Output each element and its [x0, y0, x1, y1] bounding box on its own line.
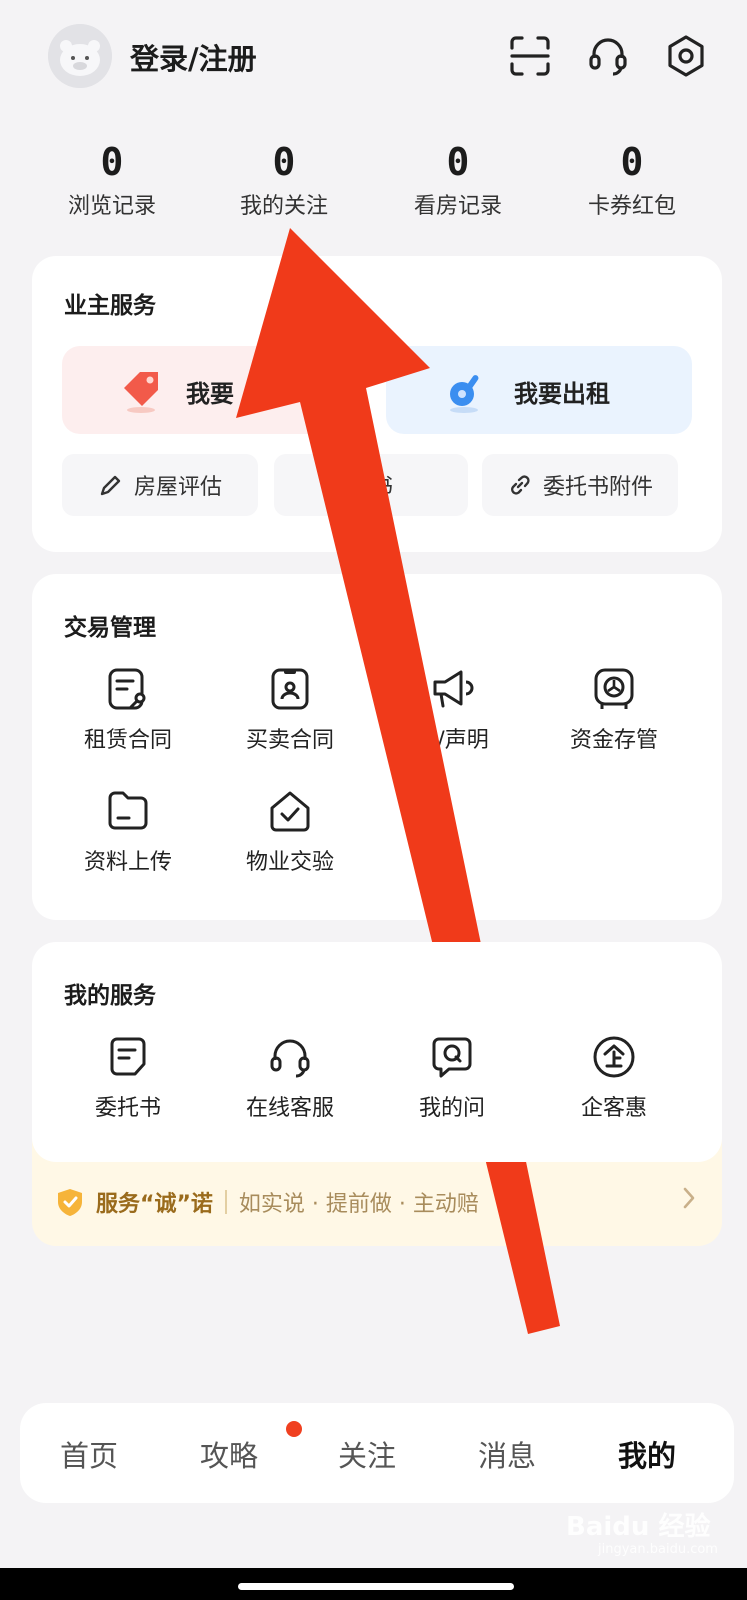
- rent-button[interactable]: 我要出租: [386, 346, 692, 434]
- owner-services-card: 业主服务 我要 我要出租 房屋评估 托书 委托书附件: [32, 256, 722, 552]
- stat-viewing-history[interactable]: 0 看房记录: [370, 140, 546, 220]
- stats-row: 0 浏览记录 0 我的关注 0 看房记录 0 卡券红包: [0, 140, 747, 230]
- lease-contract-icon: [108, 668, 146, 710]
- shield-icon: [58, 1189, 82, 1216]
- stat-label: 我的关注: [239, 194, 328, 219]
- section-title: 交易管理: [64, 615, 156, 641]
- stat-browse-history[interactable]: 0 浏览记录: [24, 140, 200, 220]
- item-label: 企客惠: [580, 1096, 647, 1121]
- stat-value: 0: [446, 140, 470, 184]
- safe-icon: [594, 668, 634, 709]
- tag-icon: [124, 372, 158, 413]
- folder-icon: [108, 791, 148, 830]
- house-valuation-button[interactable]: 房屋评估: [62, 454, 258, 516]
- my-questions-item[interactable]: 我的问: [370, 1034, 534, 1122]
- sale-contract-icon: [271, 668, 309, 710]
- baidu-watermark: Baidu 经验: [566, 1512, 711, 1542]
- notification-dot: [286, 1421, 302, 1437]
- lease-contract-item[interactable]: 租赁合同: [46, 666, 210, 754]
- stat-value: 0: [272, 140, 296, 184]
- item-label: 资金存管: [569, 728, 658, 753]
- item-label: 资料上传: [83, 850, 172, 875]
- house-check-icon: [270, 791, 310, 832]
- sale-contract-item[interactable]: 买卖合同: [208, 666, 372, 754]
- rent-label: 我要出租: [514, 380, 610, 408]
- megaphone-icon: [433, 670, 474, 708]
- link-icon: [511, 475, 530, 495]
- tab-follows[interactable]: 关注: [338, 1433, 396, 1475]
- stat-my-follows[interactable]: 0 我的关注: [196, 140, 372, 220]
- stat-label: 看房记录: [413, 194, 502, 219]
- property-inspection-item[interactable]: 物业交验: [208, 788, 372, 876]
- tab-guides[interactable]: 攻略: [200, 1433, 258, 1475]
- online-support-item[interactable]: 在线客服: [208, 1034, 372, 1122]
- sell-label: 我要: [186, 380, 234, 408]
- tab-messages[interactable]: 消息: [478, 1433, 536, 1475]
- chevron-right-icon: [683, 1187, 695, 1209]
- stat-value: 0: [100, 140, 124, 184]
- key-icon: [450, 375, 479, 413]
- enterprise-benefit-item[interactable]: 企客惠: [532, 1034, 696, 1122]
- baidu-watermark-url: jingyan.baidu.com: [598, 1542, 718, 1557]
- login-register-link[interactable]: 登录/注册: [130, 36, 257, 78]
- declaration-item[interactable]: 议/声明: [370, 666, 534, 754]
- settings-icon[interactable]: [664, 34, 708, 78]
- entrust-letter-button[interactable]: 托书: [274, 454, 468, 516]
- entrust-attachment-button[interactable]: 委托书附件: [482, 454, 678, 516]
- small-button-label: 房屋评估: [133, 475, 222, 500]
- pen-icon: [100, 475, 121, 496]
- section-title: 我的服务: [64, 983, 156, 1009]
- small-button-label: 委托书附件: [542, 475, 653, 500]
- item-label: 在线客服: [245, 1096, 334, 1121]
- stat-label: 浏览记录: [67, 194, 156, 219]
- promise-content: 服务“诚”诺 如实说 · 提前做 · 主动赔: [56, 1184, 479, 1220]
- item-label: 我的问: [418, 1096, 485, 1121]
- transaction-management-card: 交易管理 租赁合同 买卖合同 议/声明 资金存管 资料上传 物业交验: [32, 574, 722, 920]
- stat-label: 卡券红包: [587, 194, 676, 219]
- enterprise-icon: [593, 1036, 635, 1078]
- item-label: 租赁合同: [83, 728, 172, 753]
- stat-value: 0: [620, 140, 644, 184]
- profile-header: 登录/注册: [0, 0, 747, 120]
- tab-home[interactable]: 首页: [60, 1433, 118, 1475]
- document-upload-item[interactable]: 资料上传: [46, 788, 210, 876]
- stat-coupons[interactable]: 0 卡券红包: [544, 140, 720, 220]
- item-label: 议/声明: [415, 728, 489, 753]
- promise-description: 如实说 · 提前做 · 主动赔: [238, 1192, 479, 1217]
- document-icon: [110, 1037, 146, 1076]
- item-label: 买卖合同: [245, 728, 334, 753]
- item-label: 物业交验: [245, 850, 334, 875]
- item-label: 委托书: [94, 1096, 161, 1121]
- entrust-letter-item[interactable]: 委托书: [46, 1034, 210, 1122]
- scan-icon[interactable]: [508, 34, 552, 78]
- sell-button[interactable]: 我要: [62, 346, 366, 434]
- headset-icon[interactable]: [586, 34, 630, 78]
- divider: [224, 1190, 227, 1214]
- avatar[interactable]: [48, 24, 112, 88]
- promise-title: 服务“诚”诺: [96, 1192, 213, 1217]
- section-title: 业主服务: [64, 293, 156, 319]
- home-indicator[interactable]: [238, 1583, 514, 1590]
- small-button-label: 托书: [348, 475, 393, 500]
- question-icon: [432, 1037, 472, 1078]
- tab-mine[interactable]: 我的: [618, 1433, 676, 1475]
- my-services-card: 我的服务 委托书 在线客服 我的问 企客惠: [32, 942, 722, 1162]
- bottom-tab-bar: 首页 攻略 关注 消息 我的: [20, 1403, 734, 1503]
- headset-icon: [270, 1039, 310, 1078]
- fund-custody-item[interactable]: 资金存管: [532, 666, 696, 754]
